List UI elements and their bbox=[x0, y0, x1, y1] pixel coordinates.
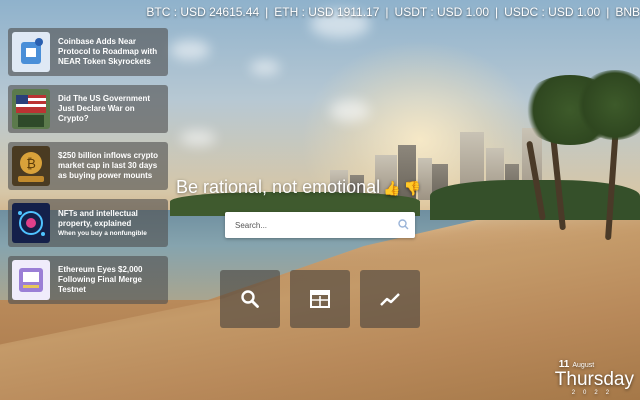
news-title: Ethereum Eyes $2,000 Following Final Mer… bbox=[58, 265, 143, 294]
news-subtitle: When you buy a nonfungible bbox=[58, 229, 147, 237]
ethereum-testnet-icon bbox=[19, 268, 43, 292]
motto-headline: Be rational, not emotional 👍 👎 bbox=[176, 177, 421, 198]
news-card-ethereum-merge[interactable]: Ethereum Eyes $2,000 Following Final Mer… bbox=[8, 256, 168, 304]
news-card-nfts-ip[interactable]: NFTs and intellectual property, explaine… bbox=[8, 199, 168, 247]
news-title: Coinbase Adds Near Protocol to Roadmap w… bbox=[58, 37, 158, 66]
news-thumbnail bbox=[12, 260, 50, 300]
price-ticker: BTC : USD 24615.44 | ETH : USD 1911.17 | USD… bbox=[138, 0, 640, 24]
news-card-coinbase-near[interactable]: Coinbase Adds Near Protocol to Roadmap w… bbox=[8, 28, 168, 76]
date-year: 2022 bbox=[571, 390, 618, 396]
search-box bbox=[225, 212, 415, 238]
search-button[interactable] bbox=[220, 270, 280, 328]
date-weekday: Thursday bbox=[554, 369, 634, 390]
news-card-250-billion[interactable]: ₿ $250 billion inflows crypto market cap… bbox=[8, 142, 168, 190]
ticker-separator: | bbox=[265, 5, 269, 19]
thumbs-up-icon: 👍 bbox=[383, 180, 401, 196]
news-title: Did The US Government Just Declare War o… bbox=[58, 94, 151, 123]
search-icon[interactable] bbox=[398, 219, 409, 230]
news-card-us-government[interactable]: Did The US Government Just Declare War o… bbox=[8, 85, 168, 133]
ticker-item-usdt: USDT : USD 1.00 bbox=[394, 5, 490, 19]
ticker-item-eth: ETH : USD 1911.17 bbox=[274, 5, 380, 19]
flag-icon bbox=[16, 95, 46, 127]
cloud bbox=[250, 60, 280, 75]
motto-text: Be rational, not emotional bbox=[176, 177, 381, 197]
news-button[interactable] bbox=[290, 270, 350, 328]
search-input[interactable] bbox=[225, 212, 405, 238]
search-icon bbox=[241, 290, 259, 308]
news-thumbnail bbox=[12, 89, 50, 129]
news-thumbnail bbox=[12, 203, 50, 243]
trend-chart-icon bbox=[380, 293, 400, 306]
ticker-separator: | bbox=[495, 5, 499, 19]
cloud bbox=[170, 40, 210, 60]
ticker-item-usdc: USDC : USD 1.00 bbox=[504, 5, 601, 19]
trend-chart-button[interactable] bbox=[360, 270, 420, 328]
svg-text:₿: ₿ bbox=[26, 157, 36, 172]
date-display: 11 August Thursday 2022 bbox=[555, 359, 634, 396]
thumbs-down-icon: 👎 bbox=[403, 180, 422, 196]
date-month: August bbox=[572, 362, 595, 369]
cloud bbox=[330, 100, 370, 122]
ticker-separator: | bbox=[385, 5, 389, 19]
news-text-block: NFTs and intellectual property, explaine… bbox=[58, 209, 164, 238]
nft-network-icon bbox=[18, 211, 45, 236]
news-list: Coinbase Adds Near Protocol to Roadmap w… bbox=[8, 28, 168, 313]
newspaper-icon bbox=[310, 290, 330, 308]
near-token-icon bbox=[21, 38, 43, 64]
news-title: NFTs and intellectual property, explaine… bbox=[58, 208, 138, 228]
cloud bbox=[180, 130, 216, 146]
news-thumbnail bbox=[12, 32, 50, 72]
news-thumbnail: ₿ bbox=[12, 146, 50, 186]
news-title: $250 billion inflows crypto market cap i… bbox=[58, 151, 159, 180]
ticker-separator: | bbox=[606, 5, 610, 19]
ticker-item-bnb: BNB bbox=[615, 5, 640, 19]
bitcoin-coin-icon: ₿ bbox=[18, 152, 44, 182]
ticker-item-btc: BTC : USD 24615.44 bbox=[146, 5, 260, 19]
